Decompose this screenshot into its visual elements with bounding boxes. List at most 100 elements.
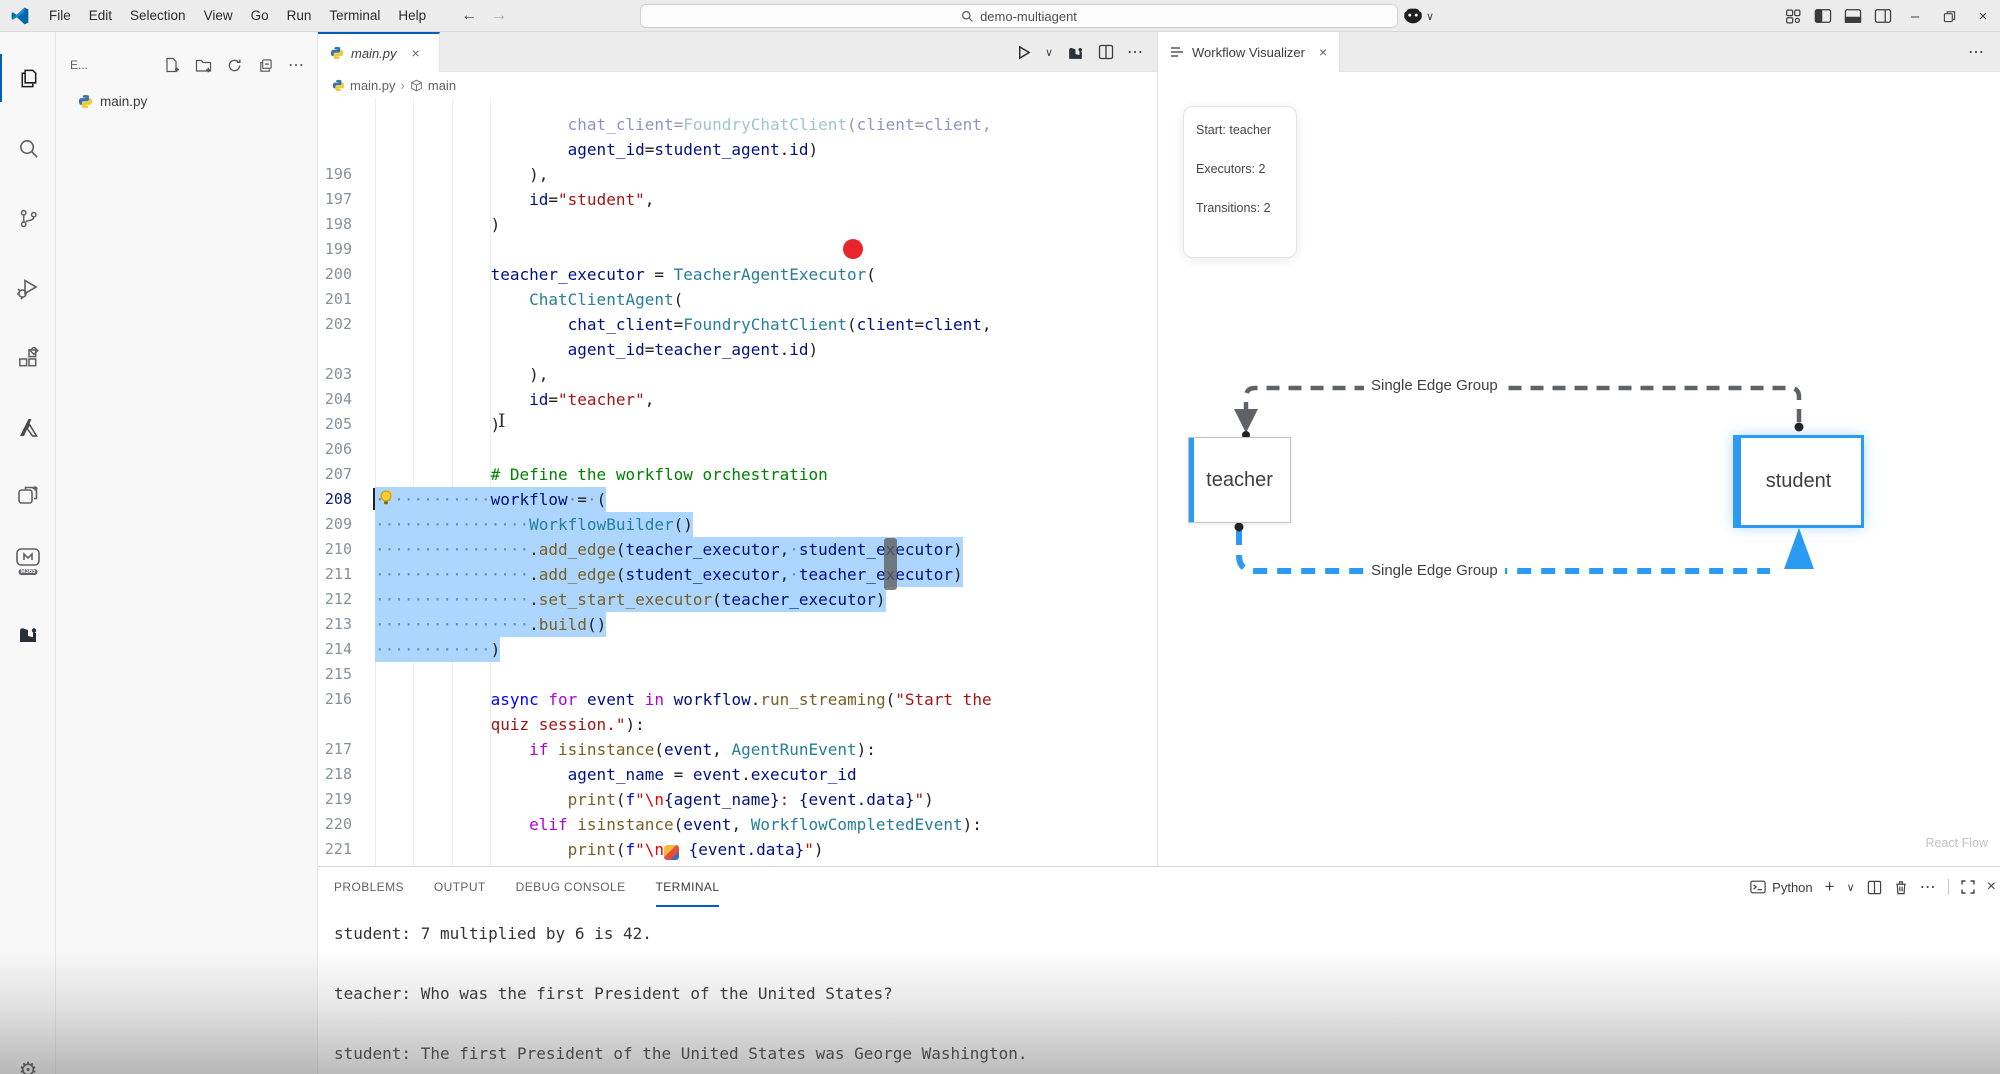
code-editor[interactable]: chat_client=FoundryChatClient(client=cli… <box>318 98 1157 866</box>
activity-extensions-icon[interactable] <box>0 334 56 382</box>
activity-explorer-icon[interactable] <box>0 54 56 102</box>
line-number[interactable]: 209 <box>318 512 352 537</box>
tab-main-py[interactable]: main.py × <box>318 32 440 72</box>
activity-search-icon[interactable] <box>0 124 56 172</box>
menu-item-run[interactable]: Run <box>278 4 321 27</box>
menu-item-selection[interactable]: Selection <box>121 4 195 27</box>
line-number[interactable]: 213 <box>318 612 352 637</box>
line-number[interactable]: 197 <box>318 187 352 212</box>
line-number[interactable]: 203 <box>318 362 352 387</box>
code-row[interactable]: 212················.set_start_executor(t… <box>318 587 1157 612</box>
collapse-folders-icon[interactable] <box>253 53 277 77</box>
node-teacher[interactable]: teacher <box>1188 437 1291 523</box>
code-row[interactable]: 197 id="student", <box>318 187 1157 212</box>
activity-azure-icon[interactable] <box>0 404 56 452</box>
line-number[interactable]: 206 <box>318 437 352 462</box>
settings-gear-icon[interactable]: ⚙ <box>0 1048 56 1074</box>
panel-tab-terminal[interactable]: TERMINAL <box>656 867 720 907</box>
copilot-menu[interactable]: ∨ <box>1402 0 1434 32</box>
more-actions-icon[interactable]: ⋯ <box>284 53 308 77</box>
line-number[interactable]: 199 <box>318 237 352 262</box>
scrollbar-thumb[interactable] <box>884 538 897 590</box>
panel-tab-problems[interactable]: PROBLEMS <box>334 867 404 907</box>
line-number[interactable]: 211 <box>318 562 352 587</box>
activity-ai-foundry-icon[interactable] <box>0 610 56 658</box>
window-restore-button[interactable] <box>1932 0 1966 32</box>
activity-run-debug-icon[interactable] <box>0 264 56 312</box>
activity-m365-icon[interactable]: M365 <box>0 540 56 588</box>
split-terminal-icon[interactable] <box>1867 880 1882 895</box>
code-row[interactable]: chat_client=FoundryChatClient(client=cli… <box>318 112 1157 137</box>
code-row[interactable]: 204 id="teacher", <box>318 387 1157 412</box>
code-row[interactable]: 209················WorkflowBuilder() <box>318 512 1157 537</box>
code-row[interactable]: 217 if isinstance(event, AgentRunEvent): <box>318 737 1157 762</box>
kill-terminal-icon[interactable] <box>1894 880 1908 895</box>
code-row[interactable]: 199 <box>318 237 1157 262</box>
code-row[interactable]: 216 async for event in workflow.run_stre… <box>318 687 1157 712</box>
code-row[interactable]: 214············) <box>318 637 1157 662</box>
line-number[interactable]: 217 <box>318 737 352 762</box>
split-editor-icon[interactable] <box>1098 44 1114 60</box>
code-row[interactable]: quiz session."): <box>318 712 1157 737</box>
node-student[interactable]: student <box>1733 435 1864 528</box>
panel-tab-close-icon[interactable]: × <box>1319 44 1327 60</box>
code-row[interactable]: 205 ) <box>318 412 1157 437</box>
activity-source-control-icon[interactable] <box>0 194 56 242</box>
line-number[interactable]: 216 <box>318 687 352 712</box>
menu-item-view[interactable]: View <box>195 4 242 27</box>
line-number[interactable]: 201 <box>318 287 352 312</box>
breadcrumb-symbol[interactable]: main <box>428 78 456 93</box>
code-row[interactable]: 215 <box>318 662 1157 687</box>
editor-more-actions-icon[interactable]: ⋯ <box>1127 42 1143 62</box>
line-number[interactable]: 207 <box>318 462 352 487</box>
menu-item-file[interactable]: File <box>40 4 80 27</box>
code-row[interactable]: 219 print(f"\n{agent_name}: {event.data}… <box>318 787 1157 812</box>
code-row[interactable]: 198 ) <box>318 212 1157 237</box>
toggle-primary-sidebar-icon[interactable] <box>1808 3 1838 29</box>
refresh-icon[interactable] <box>222 53 246 77</box>
menu-item-help[interactable]: Help <box>389 4 435 27</box>
code-row[interactable]: agent_id=student_agent.id) <box>318 137 1157 162</box>
terminal-output[interactable]: student: 7 multiplied by 6 is 42.teacher… <box>334 907 1984 1074</box>
toggle-panel-icon[interactable] <box>1838 3 1868 29</box>
run-dropdown-icon[interactable]: ∨ <box>1045 46 1053 59</box>
panel-tab-debug-console[interactable]: DEBUG CONSOLE <box>516 867 626 907</box>
react-flow-attribution[interactable]: React Flow <box>1925 836 1988 850</box>
line-number[interactable]: 220 <box>318 812 352 837</box>
panel-more-actions-icon[interactable]: ⋯ <box>1968 32 1984 72</box>
run-button[interactable] <box>1015 44 1032 61</box>
code-row[interactable]: 207 # Define the workflow orchestration <box>318 462 1157 487</box>
tab-workflow-visualizer[interactable]: Workflow Visualizer × <box>1158 32 1340 72</box>
line-number[interactable]: 205 <box>318 412 352 437</box>
line-number[interactable]: 200 <box>318 262 352 287</box>
maximize-panel-icon[interactable] <box>1961 880 1975 894</box>
sidebar-item-main-py[interactable]: main.py <box>56 88 318 114</box>
code-row[interactable]: 202 chat_client=FoundryChatClient(client… <box>318 312 1157 337</box>
code-row[interactable]: 210················.add_edge(teacher_exe… <box>318 537 1157 562</box>
new-folder-icon[interactable] <box>191 53 215 77</box>
line-number[interactable]: 210 <box>318 537 352 562</box>
new-terminal-icon[interactable]: + <box>1825 877 1835 897</box>
code-row[interactable]: 203 ), <box>318 362 1157 387</box>
customize-layout-icon[interactable] <box>1778 3 1808 29</box>
terminal-dropdown-icon[interactable]: ∨ <box>1847 881 1855 894</box>
line-number[interactable]: 212 <box>318 587 352 612</box>
line-number[interactable]: 219 <box>318 787 352 812</box>
line-number[interactable]: 202 <box>318 312 352 337</box>
breadcrumb-file[interactable]: main.py <box>350 78 396 93</box>
line-number[interactable]: 198 <box>318 212 352 237</box>
line-number[interactable]: 204 <box>318 387 352 412</box>
window-close-button[interactable]: × <box>1966 0 2000 32</box>
back-arrow-icon[interactable]: ← <box>461 7 477 25</box>
tab-close-icon[interactable]: × <box>412 45 420 61</box>
command-center-search[interactable]: demo-multiagent <box>640 4 1398 28</box>
window-minimize-button[interactable]: – <box>1898 0 1932 32</box>
menu-item-terminal[interactable]: Terminal <box>320 4 389 27</box>
line-number[interactable]: 196 <box>318 162 352 187</box>
line-number[interactable]: 218 <box>318 762 352 787</box>
code-row[interactable]: 196 ), <box>318 162 1157 187</box>
line-number[interactable]: 221 <box>318 837 352 862</box>
ai-foundry-action-icon[interactable] <box>1066 43 1085 62</box>
code-row[interactable]: 208············workflow·=·( <box>318 487 1157 512</box>
code-row[interactable]: agent_id=teacher_agent.id) <box>318 337 1157 362</box>
